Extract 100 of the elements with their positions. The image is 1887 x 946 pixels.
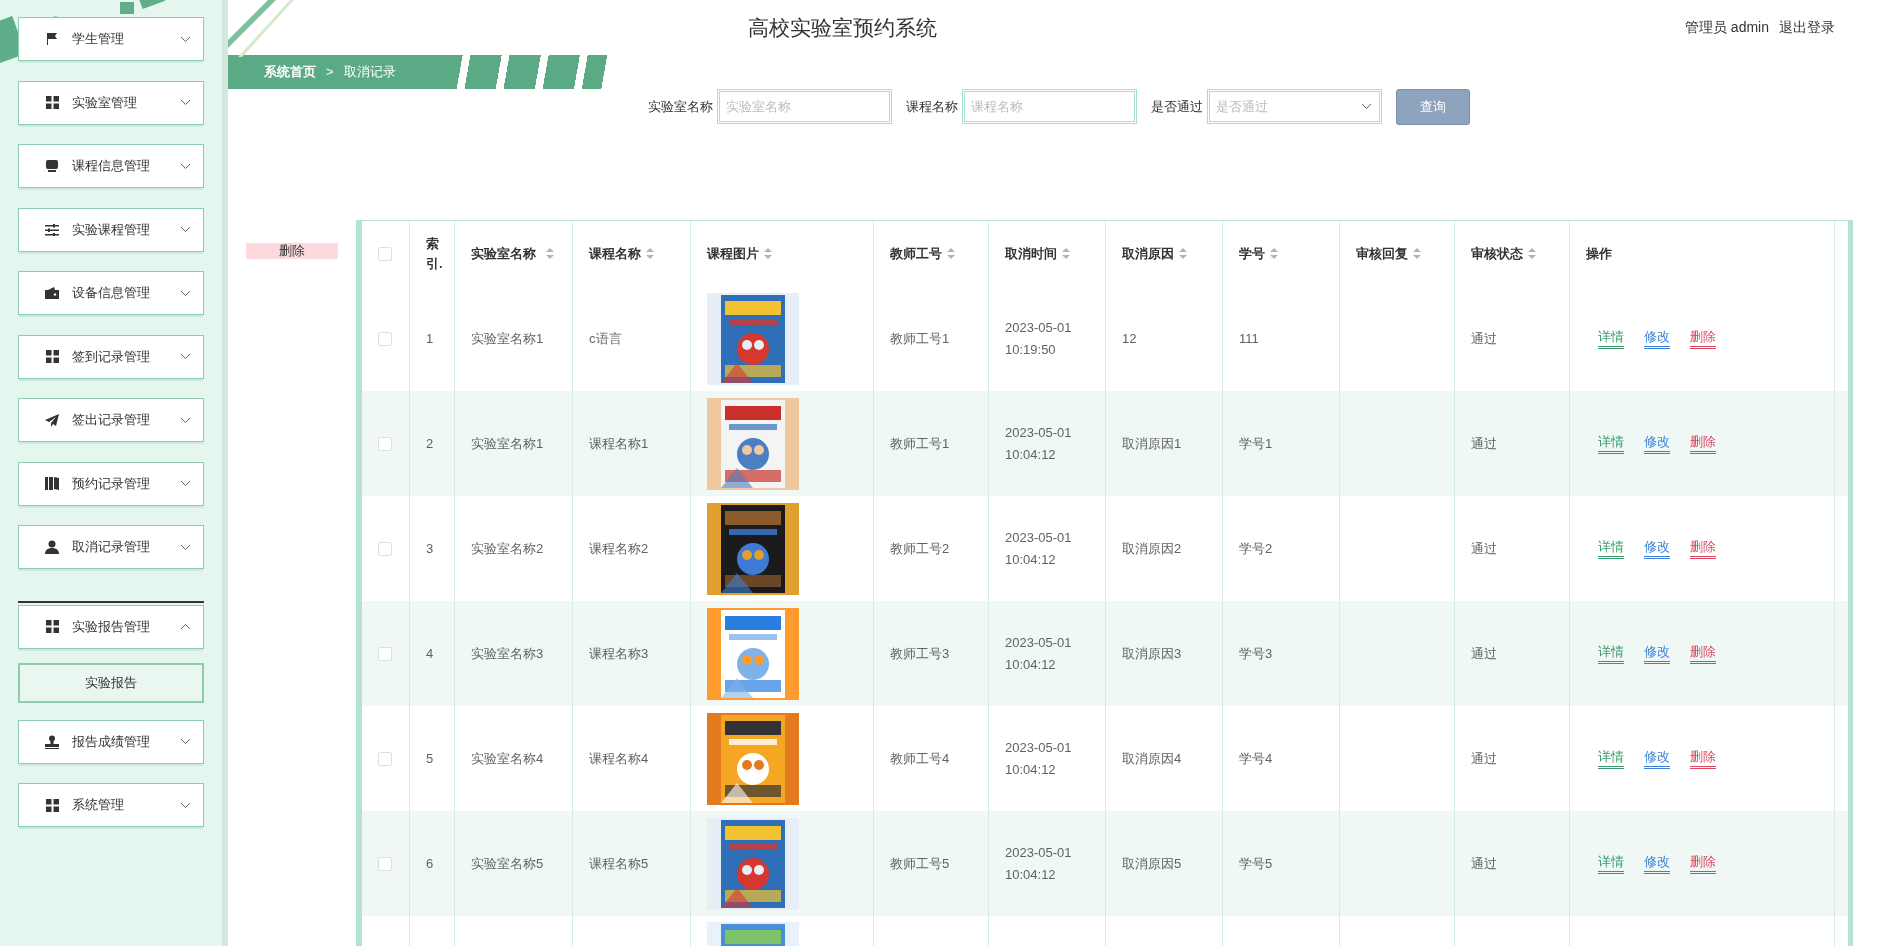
table-cell-text: 课程名称4 [589, 749, 649, 768]
search-button[interactable]: 查询 [1396, 88, 1470, 125]
sort-icon[interactable] [646, 248, 654, 259]
sliders-icon [45, 223, 59, 236]
chevron-down-icon [180, 226, 191, 233]
column-header: 课程名称 [589, 244, 641, 263]
grid-icon [45, 96, 59, 109]
action-link[interactable]: 修改 [1644, 853, 1670, 874]
action-link[interactable]: 修改 [1644, 328, 1670, 349]
table-cell-text: 2023-05-01 10:04:12 [1005, 528, 1073, 569]
table-cell-text: 课程名称2 [589, 539, 649, 558]
select-field[interactable]: 是否通过 [1207, 89, 1382, 124]
index-cell-text: 4 [426, 644, 434, 663]
column-header: 教师工号 [890, 244, 942, 263]
sort-icon[interactable] [947, 248, 955, 259]
menu-item[interactable]: 系统管理 [18, 783, 204, 827]
menu-item[interactable]: 学生管理 [18, 17, 204, 61]
checkbox[interactable] [378, 436, 392, 451]
menu-item[interactable]: 预约记录管理 [18, 461, 204, 506]
action-link[interactable]: 详情 [1598, 748, 1624, 769]
table-cell-text: 通过 [1471, 749, 1497, 768]
column-header: 操作 [1586, 244, 1612, 263]
menu-item[interactable]: 报告成绩管理 [18, 719, 204, 764]
table-cell-text: 2023-05-01 10:04:12 [1005, 633, 1073, 674]
table-cell-text: 实验室名称5 [471, 854, 544, 873]
table-cell-text: 学号5 [1239, 854, 1273, 873]
action-link[interactable]: 修改 [1644, 538, 1670, 559]
action-link[interactable]: 详情 [1598, 643, 1624, 664]
user-icon [45, 540, 59, 554]
chevron-down-icon [180, 416, 191, 424]
table-cell-text: 实验室名称1 [471, 434, 544, 453]
action-link[interactable]: 修改 [1644, 433, 1670, 454]
sort-icon[interactable] [1270, 248, 1278, 259]
sort-icon[interactable] [1413, 248, 1421, 259]
breadcrumb-link[interactable]: 系统首页 [264, 62, 316, 82]
chevron-down-icon [180, 353, 191, 360]
action-link[interactable]: 详情 [1598, 853, 1624, 874]
table-cell-text: 实验室名称2 [471, 539, 544, 558]
checkbox[interactable] [378, 541, 392, 556]
action-link[interactable]: 删除 [1690, 748, 1716, 769]
field-label: 实验室名称 [648, 97, 713, 116]
breadcrumb-link[interactable]: 取消记录 [343, 62, 396, 82]
table-cell-text: 取消原因1 [1122, 434, 1182, 453]
chevron-down-icon [180, 801, 191, 809]
menu-item[interactable]: 实验报告管理 [18, 604, 204, 649]
table-cell-text: 教师工号5 [890, 854, 950, 873]
table-cell-text: 教师工号2 [890, 539, 950, 558]
submenu-item[interactable]: 实验报告 [18, 662, 204, 703]
checkbox[interactable] [378, 646, 392, 661]
input-field[interactable]: 课程名称 [962, 89, 1137, 124]
index-cell-text: 1 [426, 329, 434, 348]
menu-item[interactable]: 实验课程管理 [18, 207, 204, 252]
chevron-down-icon [180, 99, 191, 106]
grid-icon [45, 620, 59, 633]
table-cell-text: 2023-05-01 10:19:50 [1005, 318, 1073, 359]
column-header: 审核回复 [1356, 244, 1408, 263]
table-cell-text: 取消原因2 [1122, 539, 1182, 558]
wallet-icon [45, 287, 59, 299]
action-link[interactable]: 详情 [1598, 328, 1624, 349]
sort-icon[interactable] [1179, 248, 1187, 259]
sort-icon[interactable] [1062, 248, 1070, 259]
book-icon [45, 477, 59, 490]
table-cell-text: 通过 [1471, 329, 1497, 348]
action-link[interactable]: 修改 [1644, 643, 1670, 664]
table-cell-text: 取消原因3 [1122, 644, 1182, 663]
menu-item[interactable]: 实验室管理 [18, 80, 204, 125]
action-link[interactable]: 删除 [1690, 853, 1716, 874]
menu-item[interactable]: 设备信息管理 [18, 271, 204, 315]
table-cell-text: 课程名称5 [589, 854, 649, 873]
action-link[interactable]: 修改 [1644, 748, 1670, 769]
chevron-down-icon [180, 35, 191, 43]
menu-item[interactable]: 取消记录管理 [18, 525, 204, 569]
checkbox[interactable] [378, 751, 392, 766]
action-link[interactable]: 删除 [1690, 538, 1716, 559]
menu-item[interactable]: 签到记录管理 [18, 334, 204, 379]
checkbox[interactable] [378, 856, 392, 871]
action-link[interactable]: 删除 [1690, 328, 1716, 349]
input-field[interactable]: 实验室名称 [717, 89, 892, 124]
delete-button[interactable]: 删除 [246, 243, 338, 259]
action-link[interactable]: 详情 [1598, 538, 1624, 559]
menu-item[interactable]: 签出记录管理 [18, 398, 204, 442]
index-cell-text: 3 [426, 539, 434, 558]
action-link[interactable]: 详情 [1598, 433, 1624, 454]
sort-icon[interactable] [1528, 248, 1536, 259]
stamp-icon [45, 734, 59, 749]
table-cell-text: 教师工号1 [890, 329, 950, 348]
sort-icon[interactable] [546, 248, 554, 259]
sort-icon[interactable] [764, 248, 772, 259]
index-cell-text: 5 [426, 749, 434, 768]
chevron-down-icon [180, 480, 191, 487]
logout-link[interactable]: 退出登录 [1779, 17, 1835, 39]
column-header: 审核状态 [1471, 244, 1523, 263]
action-link[interactable]: 删除 [1690, 433, 1716, 454]
action-link[interactable]: 删除 [1690, 643, 1716, 664]
checkbox[interactable] [378, 246, 392, 261]
menu-item[interactable]: 课程信息管理 [18, 144, 204, 188]
table-cell-text: 课程名称1 [589, 434, 649, 453]
breadcrumb-separator: > [326, 63, 334, 82]
table-cell-text: 教师工号1 [890, 434, 950, 453]
checkbox[interactable] [378, 331, 392, 346]
